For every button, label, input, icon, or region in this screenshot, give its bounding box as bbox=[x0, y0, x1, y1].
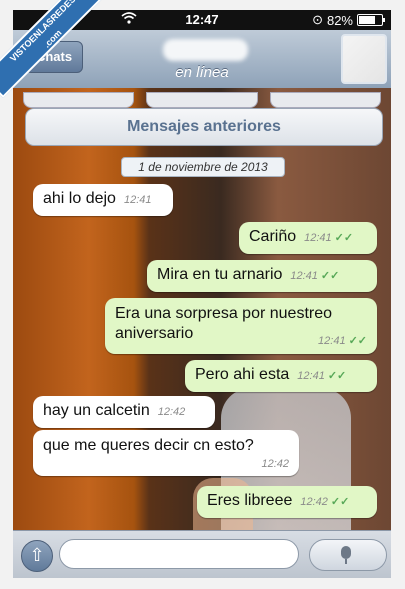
message-text: Pero ahi esta bbox=[195, 366, 290, 383]
attach-button[interactable]: ⇧ bbox=[21, 540, 53, 572]
message-composer: ⇧ bbox=[13, 530, 391, 578]
contact-action-call[interactable] bbox=[23, 92, 135, 108]
message-bubble-outgoing[interactable]: Eres libreee 12:42 ✓✓ bbox=[197, 486, 377, 518]
battery-percent: 82% bbox=[326, 12, 353, 28]
message-bubble-outgoing[interactable]: Mira en tu arnario 12:41 ✓✓ bbox=[147, 260, 377, 292]
microphone-icon bbox=[341, 546, 351, 559]
conversation-header: Chats en línea bbox=[13, 30, 391, 89]
message-text: Cariño bbox=[249, 228, 297, 245]
phone-screen: 12:47 ⊙ 82% Chats en línea Mensajes ante… bbox=[13, 10, 391, 578]
contact-actions-row bbox=[23, 92, 381, 108]
battery-indicator: ⊙ 82% bbox=[312, 12, 385, 28]
message-bubble-incoming[interactable]: hay un calcetin 12:42 bbox=[33, 396, 215, 428]
message-bubble-outgoing[interactable]: Pero ahi esta 12:41 ✓✓ bbox=[185, 360, 377, 392]
battery-icon bbox=[357, 14, 385, 26]
message-bubble-outgoing[interactable]: Cariño 12:41 ✓✓ bbox=[239, 222, 377, 254]
voice-note-button[interactable] bbox=[309, 539, 387, 571]
read-ticks-icon: ✓✓ bbox=[334, 232, 354, 244]
microphone-stand-icon bbox=[345, 559, 347, 564]
read-ticks-icon: ✓✓ bbox=[348, 335, 367, 347]
message-text: Eres libreee bbox=[207, 492, 293, 509]
message-text: hay un calcetin bbox=[43, 402, 150, 419]
read-ticks-icon: ✓✓ bbox=[327, 370, 347, 382]
read-ticks-icon: ✓✓ bbox=[320, 270, 340, 282]
date-separator: 1 de noviembre de 2013 bbox=[121, 157, 285, 177]
screenshot-frame: 12:47 ⊙ 82% Chats en línea Mensajes ante… bbox=[0, 0, 405, 589]
message-time: 12:41 bbox=[290, 270, 318, 282]
message-text: Era una sorpresa por nuestreo aniversari… bbox=[115, 305, 333, 342]
message-time: 12:41 bbox=[123, 194, 152, 206]
message-time: 12:41 bbox=[318, 335, 346, 347]
message-bubble-incoming[interactable]: ahi lo dejo 12:41 bbox=[33, 184, 173, 216]
message-input[interactable] bbox=[59, 539, 299, 569]
contact-action-info[interactable] bbox=[269, 92, 381, 108]
message-text: ahi lo dejo bbox=[43, 190, 116, 207]
contact-name-redacted[interactable] bbox=[163, 39, 248, 61]
rotation-lock-icon: ⊙ bbox=[312, 12, 323, 27]
message-time: 12:42 bbox=[157, 406, 186, 418]
message-time: 12:41 bbox=[304, 232, 332, 244]
message-time: 12:42 bbox=[261, 458, 289, 470]
message-time: 12:42 bbox=[300, 496, 328, 508]
load-older-messages-button[interactable]: Mensajes anteriores bbox=[25, 108, 383, 146]
read-ticks-icon: ✓✓ bbox=[330, 496, 350, 508]
contact-status: en línea bbox=[175, 64, 229, 81]
battery-fill bbox=[359, 16, 375, 24]
message-text: Mira en tu arnario bbox=[157, 266, 283, 283]
message-bubble-incoming[interactable]: que me queres decir cn esto? 12:42 bbox=[33, 430, 299, 476]
arrow-up-icon: ⇧ bbox=[29, 545, 45, 565]
contact-avatar[interactable] bbox=[341, 34, 387, 84]
message-bubble-outgoing[interactable]: Era una sorpresa por nuestreo aniversari… bbox=[105, 298, 377, 354]
contact-action-block[interactable] bbox=[146, 92, 258, 108]
message-time: 12:41 bbox=[297, 370, 325, 382]
message-text: que me queres decir cn esto? bbox=[43, 437, 254, 454]
